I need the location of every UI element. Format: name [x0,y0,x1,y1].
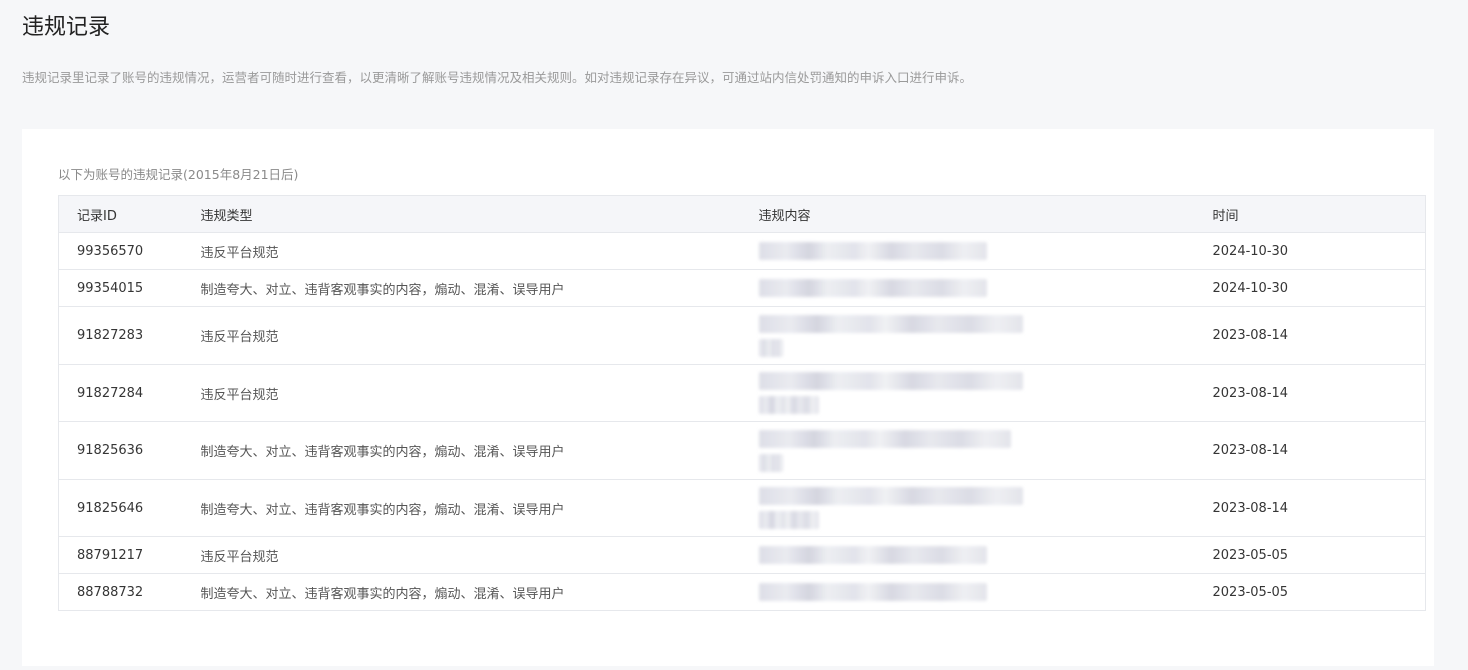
table-row: 88791217 违反平台规范 2023-05-05 [58,536,1426,574]
record-time: 2023-05-05 [1194,536,1426,574]
record-time: 2023-08-14 [1194,479,1426,537]
table-row: 91827284 违反平台规范 2023-08-14 [58,364,1426,422]
record-content-redacted [740,364,1195,422]
records-caption: 以下为账号的违规记录(2015年8月21日后) [58,167,299,182]
column-header-type: 违规类型 [182,195,741,233]
table-row: 88788732 制造夸大、对立、违背客观事实的内容，煽动、混淆、误导用户 20… [58,573,1426,611]
record-content-redacted [740,269,1195,307]
record-id: 88788732 [58,573,183,611]
record-time: 2024-10-30 [1194,269,1426,307]
record-content-redacted [740,479,1195,537]
record-type: 制造夸大、对立、违背客观事实的内容，煽动、混淆、误导用户 [182,269,741,307]
record-time: 2023-08-14 [1194,364,1426,422]
record-id: 91827283 [58,306,183,365]
record-time: 2024-10-30 [1194,232,1426,270]
record-time: 2023-05-05 [1194,573,1426,611]
record-content-redacted [740,536,1195,574]
record-time: 2023-08-14 [1194,421,1426,480]
record-type: 制造夸大、对立、违背客观事实的内容，煽动、混淆、误导用户 [182,479,741,537]
violation-records-page: 违规记录 违规记录里记录了账号的违规情况，运营者可随时进行查看，以更清晰了解账号… [0,0,1468,670]
record-type: 制造夸大、对立、违背客观事实的内容，煽动、混淆、误导用户 [182,421,741,480]
record-content-redacted [740,421,1195,480]
table-row: 99354015 制造夸大、对立、违背客观事实的内容，煽动、混淆、误导用户 20… [58,269,1426,307]
table-row: 91827283 违反平台规范 2023-08-14 [58,306,1426,365]
record-type: 违反平台规范 [182,364,741,422]
table-header-row: 记录ID 违规类型 违规内容 时间 [58,195,1426,233]
record-content-redacted [740,232,1195,270]
record-id: 88791217 [58,536,183,574]
column-header-time: 时间 [1194,195,1426,233]
records-card: 以下为账号的违规记录(2015年8月21日后) 记录ID 违规类型 违规内容 时… [22,129,1434,666]
record-id: 99354015 [58,269,183,307]
record-id: 99356570 [58,232,183,270]
page-description: 违规记录里记录了账号的违规情况，运营者可随时进行查看，以更清晰了解账号违规情况及… [22,70,973,85]
record-type: 违反平台规范 [182,232,741,270]
page-title: 违规记录 [22,15,111,40]
record-time: 2023-08-14 [1194,306,1426,365]
record-type: 违反平台规范 [182,306,741,365]
table-row: 91825636 制造夸大、对立、违背客观事实的内容，煽动、混淆、误导用户 20… [58,421,1426,480]
record-content-redacted [740,306,1195,365]
record-id: 91825646 [58,479,183,537]
column-header-content: 违规内容 [740,195,1195,233]
table-row: 99356570 违反平台规范 2024-10-30 [58,232,1426,270]
record-type: 违反平台规范 [182,536,741,574]
record-type: 制造夸大、对立、违背客观事实的内容，煽动、混淆、误导用户 [182,573,741,611]
record-id: 91827284 [58,364,183,422]
records-table: 记录ID 违规类型 违规内容 时间 99356570 违反平台规范 2024-1… [58,195,1426,611]
table-row: 91825646 制造夸大、对立、违背客观事实的内容，煽动、混淆、误导用户 20… [58,479,1426,537]
record-content-redacted [740,573,1195,611]
record-id: 91825636 [58,421,183,480]
column-header-id: 记录ID [58,195,183,233]
